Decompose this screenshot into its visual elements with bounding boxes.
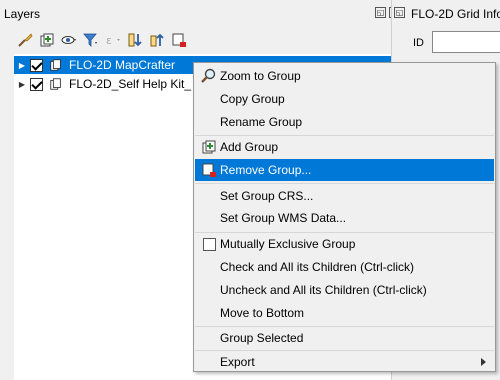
menu-item-export[interactable]: Export <box>195 351 494 373</box>
remove-layer-icon[interactable] <box>168 30 190 50</box>
menu-item-add-group[interactable]: Add Group <box>195 136 494 158</box>
svg-text:ε: ε <box>106 34 112 47</box>
grid-info-title: FLO-2D Grid Info <box>411 7 500 21</box>
manage-visibility-icon[interactable] <box>58 30 80 50</box>
remove-group-icon <box>201 162 217 178</box>
submenu-arrow-icon <box>481 358 486 366</box>
collapse-all-icon[interactable] <box>146 30 168 50</box>
float-panel-icon[interactable]: ◱ <box>394 7 405 18</box>
menu-item-rename-group[interactable]: Rename Group <box>195 111 494 133</box>
menu-item-check-all-children[interactable]: Check and All its Children (Ctrl-click) <box>195 256 494 278</box>
menu-item-copy-group[interactable]: Copy Group <box>195 88 494 110</box>
add-group-icon <box>201 139 217 155</box>
add-group-icon[interactable] <box>36 30 58 50</box>
layers-toolbar: ε <box>14 30 190 50</box>
style-manager-icon[interactable] <box>14 30 36 50</box>
menu-separator <box>195 183 494 184</box>
menu-item-zoom-to-group[interactable]: Zoom to Group <box>195 65 494 87</box>
filter-legend-icon[interactable] <box>80 30 102 50</box>
tree-row-label: FLO-2D_Self Help Kit_ <box>69 77 192 91</box>
mutually-exclusive-checkbox[interactable] <box>202 237 216 251</box>
filter-expression-icon[interactable]: ε <box>102 30 124 50</box>
id-label: ID <box>413 37 424 49</box>
tree-row-label: FLO-2D MapCrafter <box>69 58 176 72</box>
expand-all-icon[interactable] <box>124 30 146 50</box>
context-menu: Zoom to Group Copy Group Rename Group Ad… <box>193 62 496 372</box>
expand-arrow-icon[interactable]: ▶ <box>14 80 30 89</box>
expand-arrow-icon[interactable]: ▶ <box>14 61 30 70</box>
menu-item-remove-group[interactable]: Remove Group... <box>195 159 494 181</box>
float-panel-icon[interactable]: ◱ <box>375 7 386 18</box>
menu-item-mutually-exclusive-group[interactable]: Mutually Exclusive Group <box>195 233 494 255</box>
zoom-icon <box>201 68 217 84</box>
layer-visibility-checkbox[interactable] <box>30 77 43 91</box>
layer-group-icon <box>50 59 61 71</box>
id-input[interactable] <box>432 31 500 53</box>
layer-visibility-checkbox[interactable] <box>30 58 43 72</box>
layers-panel-title: Layers <box>4 7 41 21</box>
menu-item-group-selected[interactable]: Group Selected <box>195 327 494 349</box>
menu-item-set-group-crs[interactable]: Set Group CRS... <box>195 185 494 207</box>
menu-item-move-to-bottom[interactable]: Move to Bottom <box>195 302 494 324</box>
layer-group-icon <box>50 78 61 90</box>
menu-item-uncheck-all-children[interactable]: Uncheck and All its Children (Ctrl-click… <box>195 279 494 301</box>
menu-item-set-group-wms-data[interactable]: Set Group WMS Data... <box>195 207 494 229</box>
